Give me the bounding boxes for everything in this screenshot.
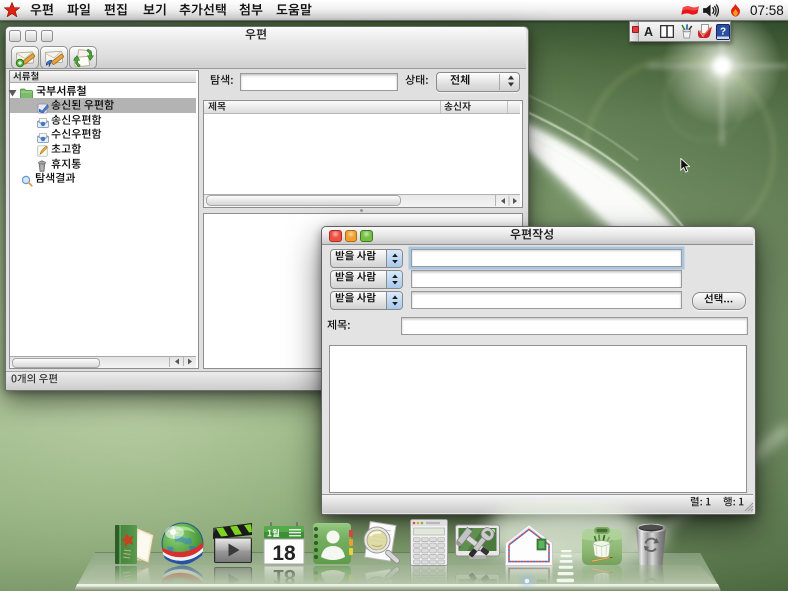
svg-text:?: ? — [719, 27, 725, 38]
